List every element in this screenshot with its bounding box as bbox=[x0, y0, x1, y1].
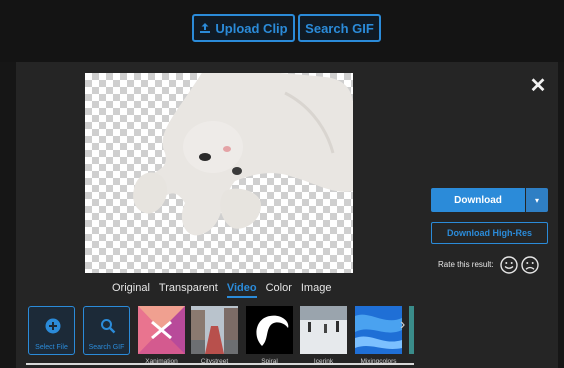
spiral-preview bbox=[246, 306, 293, 354]
chevron-right-icon[interactable]: › bbox=[400, 316, 405, 334]
output-tabs: Original Transparent Video Color Image bbox=[112, 282, 340, 298]
download-high-res-label: Download High-Res bbox=[447, 228, 532, 238]
upload-clip-button[interactable]: Upload Clip bbox=[192, 14, 295, 42]
frown-icon[interactable] bbox=[521, 256, 539, 274]
thumb-xanimation[interactable] bbox=[138, 306, 185, 354]
chevron-down-icon: ▾ bbox=[534, 195, 539, 205]
plus-circle-icon bbox=[45, 318, 61, 334]
gif-preview bbox=[85, 73, 353, 273]
icerink-preview bbox=[300, 306, 347, 354]
tab-video[interactable]: Video bbox=[226, 282, 257, 298]
search-icon bbox=[101, 319, 116, 334]
select-file-label: Select File bbox=[35, 344, 68, 351]
thumb-citystreet[interactable] bbox=[191, 306, 238, 354]
download-options-dropdown[interactable]: ▾ bbox=[526, 188, 548, 212]
citystreet-preview bbox=[191, 306, 238, 354]
strip-scrollbar[interactable] bbox=[26, 363, 414, 365]
search-gif-button[interactable]: Search GIF bbox=[298, 14, 381, 42]
upload-clip-label: Upload Clip bbox=[215, 20, 288, 36]
smile-icon[interactable] bbox=[500, 256, 518, 274]
rate-label: Rate this result: bbox=[438, 260, 494, 269]
thumb-spiral[interactable] bbox=[246, 306, 293, 354]
tab-color[interactable]: Color bbox=[266, 282, 292, 298]
tab-original[interactable]: Original bbox=[112, 282, 150, 298]
thumb-icerink[interactable] bbox=[300, 306, 347, 354]
cat-image bbox=[133, 73, 353, 236]
thumb-partial[interactable] bbox=[409, 306, 414, 354]
xanimation-preview bbox=[138, 306, 185, 354]
download-high-res-button[interactable]: Download High-Res bbox=[431, 222, 548, 244]
tab-transparent[interactable]: Transparent bbox=[159, 282, 218, 298]
upload-icon bbox=[200, 23, 211, 33]
search-gif-label: Search GIF bbox=[305, 20, 374, 36]
download-button[interactable]: Download bbox=[431, 188, 525, 212]
search-gif-tool-label: Search GIF bbox=[88, 344, 125, 351]
thumb-mixingcolors[interactable] bbox=[355, 306, 402, 354]
select-file-button[interactable]: Select File bbox=[28, 306, 75, 355]
mixingcolors-preview bbox=[355, 306, 402, 354]
download-label: Download bbox=[454, 194, 502, 206]
close-icon[interactable]: ✕ bbox=[528, 76, 548, 96]
background-strip: Select File Search GIF Xanimation Cityst… bbox=[26, 306, 414, 366]
search-gif-tool-button[interactable]: Search GIF bbox=[83, 306, 130, 355]
tab-image[interactable]: Image bbox=[301, 282, 332, 298]
